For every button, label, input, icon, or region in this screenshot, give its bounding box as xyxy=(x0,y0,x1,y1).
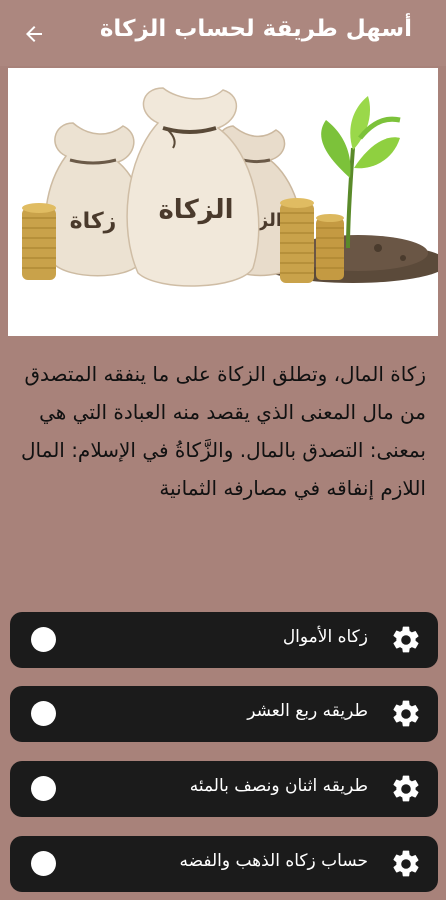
bag-center-label: الزكاة xyxy=(158,195,233,225)
menu-item-label: طريقه ربع العشر xyxy=(247,701,368,721)
radio-button[interactable] xyxy=(31,627,56,652)
gear-icon xyxy=(393,850,419,877)
menu-item-label: زكاه الأموال xyxy=(282,627,368,647)
bag-right-label: الز xyxy=(257,210,282,231)
radio-button[interactable] xyxy=(31,851,56,876)
menu-item-label: طريقه اثنان ونصف بالمئه xyxy=(189,776,368,796)
menu-item-two-and-half-percent[interactable]: طريقه اثنان ونصف بالمئه xyxy=(10,761,438,817)
menu-item-gold-silver[interactable]: حساب زكاه الذهب والفضه xyxy=(10,836,438,892)
radio-button[interactable] xyxy=(31,701,56,726)
coin-stack-right xyxy=(280,198,344,283)
arrow-left-icon xyxy=(26,26,42,42)
hero-image: الز زكاة الزكاة xyxy=(8,68,438,336)
coin-stack-left xyxy=(22,203,56,280)
bag-left-label: زكاة xyxy=(70,209,117,234)
radio-button[interactable] xyxy=(31,776,56,801)
page-title: أسهل طريقة لحساب الزكاة xyxy=(99,16,412,42)
zakat-illustration: الز زكاة الزكاة xyxy=(22,87,438,287)
gear-icon xyxy=(393,700,419,727)
description-text: زكاة المال، وتطلق الزكاة على ما ينفقه ال… xyxy=(21,362,426,500)
menu-item-label: حساب زكاه الذهب والفضه xyxy=(179,851,368,871)
app-bar: أسهل طريقة لحساب الزكاة xyxy=(0,0,446,66)
menu-item-quarter-tenth[interactable]: طريقه ربع العشر xyxy=(10,686,438,742)
gear-icon xyxy=(393,626,419,653)
back-button[interactable] xyxy=(18,18,50,50)
gear-icon xyxy=(393,775,419,802)
menu-item-zakat-money[interactable]: زكاه الأموال xyxy=(10,612,438,668)
